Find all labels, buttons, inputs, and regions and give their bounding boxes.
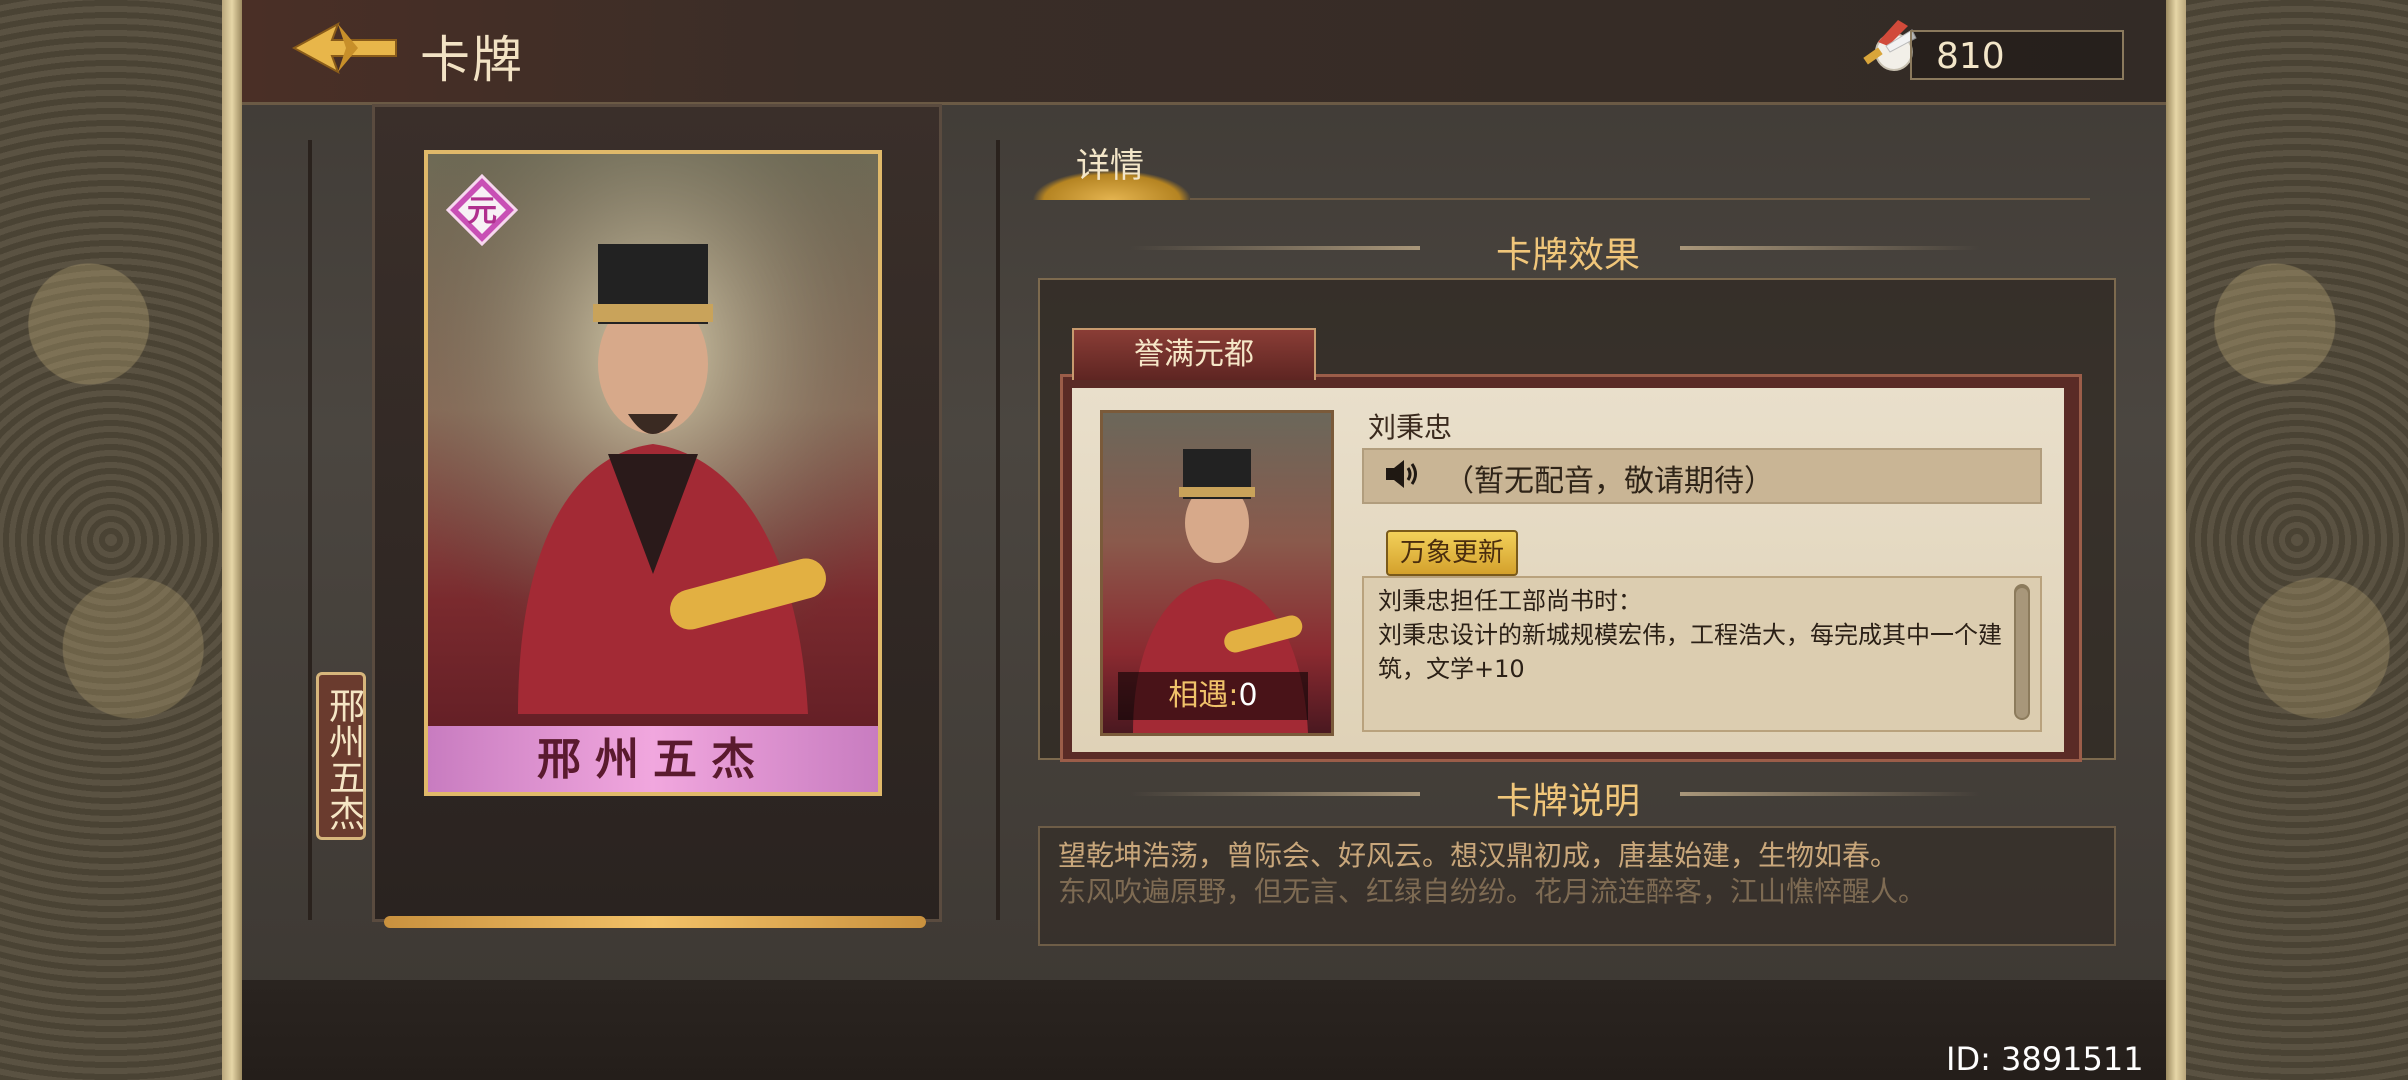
arrow-left-icon xyxy=(291,21,397,75)
left-border xyxy=(222,0,242,1080)
encounter-counter: 相遇:0 xyxy=(1118,672,1308,720)
description-line: 刘秉忠担任工部尚书时： xyxy=(1378,587,1642,615)
player-id: ID: 3891511 xyxy=(1946,1040,2144,1078)
back-button[interactable] xyxy=(291,18,402,78)
right-border xyxy=(2166,0,2186,1080)
rarity-badge-text: 元 xyxy=(467,194,497,229)
section-deco-left xyxy=(1130,792,1420,796)
rarity-badge: 元 xyxy=(445,173,519,247)
card-image[interactable]: 元 邢州五杰 xyxy=(424,150,882,796)
frame-pillar-right xyxy=(936,140,1000,920)
effect-section-title: 卡牌效果 xyxy=(1496,235,1641,276)
story-line-2: 东风吹遍原野，但无言、红绿自纷纷。花月流连醉客，江山憔悴醒人。 xyxy=(1058,875,1927,908)
story-section-title: 卡牌说明 xyxy=(1496,781,1641,822)
speaker-icon[interactable] xyxy=(1382,456,1422,492)
left-dragon-panel xyxy=(0,0,222,1080)
story-line-1: 望乾坤浩荡，曾际会、好风云。想汉鼎初成，唐基始建，生物如春。 xyxy=(1058,839,1899,872)
skill-tab[interactable]: 誉满元都 xyxy=(1072,328,1316,380)
section-deco-left xyxy=(1130,246,1420,250)
right-dragon-panel xyxy=(2186,0,2408,1080)
character-name: 刘秉忠 xyxy=(1368,411,1453,444)
scrollbar-thumb[interactable] xyxy=(2016,588,2028,718)
progress-fill xyxy=(384,916,926,928)
description-line: 刘秉忠设计的新城规模宏伟，工程浩大，每完成其中一个建 xyxy=(1378,621,2002,649)
section-deco-right xyxy=(1680,792,1980,796)
tab-details[interactable]: 详情 xyxy=(1076,138,1144,187)
footer-bar xyxy=(242,980,2166,1080)
description-line: 筑，文学+10 xyxy=(1378,655,1525,683)
update-button[interactable]: 万象更新 xyxy=(1386,530,1518,576)
description-text: 刘秉忠担任工部尚书时： 刘秉忠设计的新城规模宏伟，工程浩大，每完成其中一个建 筑… xyxy=(1378,584,2008,686)
encounter-label: 相遇: xyxy=(1168,678,1239,713)
encounter-value: 0 xyxy=(1238,678,1258,713)
currency-display: 810 xyxy=(1910,30,2124,80)
voice-status-text: （暂无配音，敬请期待） xyxy=(1444,464,1774,499)
section-deco-right xyxy=(1680,246,1980,250)
card-name-banner: 邢州五杰 xyxy=(428,726,878,792)
page-title: 卡牌 xyxy=(420,31,524,89)
tab-underline xyxy=(1190,198,2090,200)
card-set-label: 邢州五杰 xyxy=(316,672,366,840)
